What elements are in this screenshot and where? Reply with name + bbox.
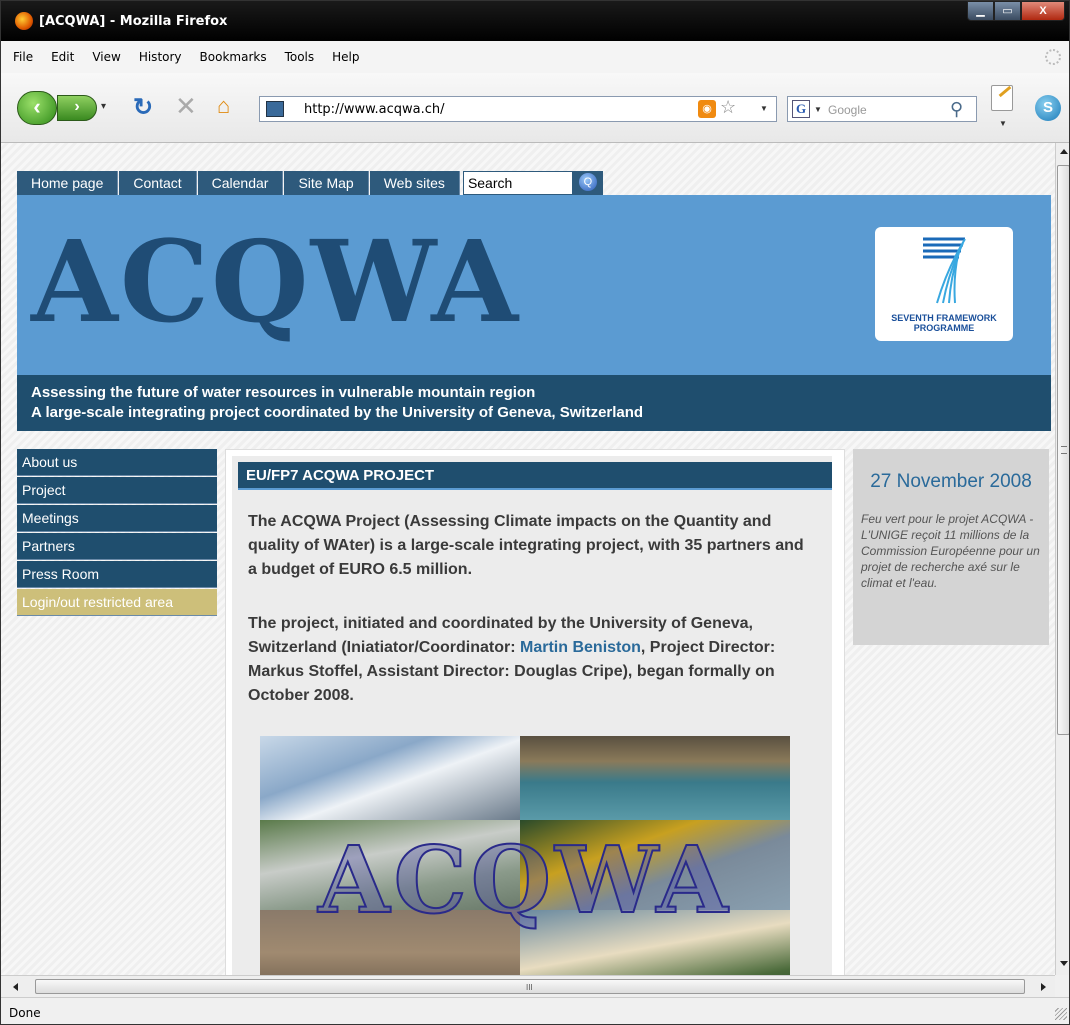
bookmark-star-icon[interactable]: ☆ — [720, 97, 736, 118]
news-box: 27 November 2008 Feu vert pour le projet… — [853, 449, 1049, 645]
scroll-down-icon[interactable] — [1060, 961, 1068, 966]
close-button[interactable]: X — [1021, 1, 1065, 21]
activity-throbber-icon — [1045, 49, 1061, 65]
magnifier-icon[interactable]: ⚲ — [950, 99, 963, 120]
scroll-up-icon[interactable] — [1060, 149, 1068, 154]
skype-icon[interactable]: S — [1035, 95, 1061, 121]
main-content: EU/FP7 ACQWA PROJECT The ACQWA Project (… — [225, 449, 845, 975]
hscroll-grip-icon: III — [526, 983, 533, 992]
forward-button[interactable]: › — [57, 95, 97, 121]
nav-home-page[interactable]: Home page — [17, 171, 119, 195]
nav-calendar[interactable]: Calendar — [197, 171, 284, 195]
search-engine-dropdown-icon[interactable]: ▼ — [814, 105, 822, 114]
project-paragraph: The project, initiated and coordinated b… — [248, 615, 776, 704]
horizontal-scrollbar[interactable]: III — [1, 975, 1055, 997]
search-input[interactable]: Google — [828, 103, 867, 117]
back-button[interactable]: ‹ — [17, 91, 57, 125]
nav-web-sites[interactable]: Web sites — [369, 171, 460, 195]
news-date[interactable]: 27 November 2008 — [853, 471, 1049, 493]
project-photo-collage: ACQWA — [260, 736, 790, 975]
fp7-logo[interactable]: SEVENTH FRAMEWORK PROGRAMME — [875, 227, 1013, 341]
search-go-icon: Q — [578, 173, 597, 191]
menu-bar: File Edit View History Bookmarks Tools H… — [1, 41, 1069, 73]
fp7-seven-icon — [923, 237, 966, 304]
home-icon[interactable]: ⌂ — [217, 93, 230, 119]
horizontal-scroll-thumb[interactable]: III — [35, 979, 1025, 994]
title-bar: [ACQWA] - Mozilla Firefox ▁ ▭ X — [1, 1, 1069, 41]
scroll-grip-icon — [1061, 446, 1067, 454]
sidebar-item-about-us[interactable]: About us — [17, 449, 217, 476]
nav-site-map[interactable]: Site Map — [284, 171, 369, 195]
menu-view[interactable]: View — [92, 50, 120, 64]
site-tagline: Assessing the future of water resources … — [17, 375, 1051, 431]
page-viewport: Home page Contact Calendar Site Map Web … — [1, 143, 1055, 975]
tagline-line-2: A large-scale integrating project coordi… — [31, 404, 644, 421]
window-title: [ACQWA] - Mozilla Firefox — [39, 14, 228, 29]
search-bar[interactable]: G ▼ Google ⚲ — [787, 96, 977, 122]
vertical-scroll-thumb[interactable] — [1057, 165, 1069, 735]
url-text[interactable]: http://www.acqwa.ch/ — [304, 102, 445, 117]
coordinator-link[interactable]: Martin Beniston — [520, 639, 641, 656]
side-navigation: About us Project Meetings Partners Press… — [17, 449, 217, 617]
url-bar[interactable]: http://www.acqwa.ch/ ◉ ☆ ▼ — [259, 96, 777, 122]
scroll-left-icon[interactable] — [13, 983, 18, 991]
sidebar-item-partners[interactable]: Partners — [17, 533, 217, 560]
photo-dam — [520, 736, 790, 820]
sidebar-item-press-room[interactable]: Press Room — [17, 561, 217, 588]
url-dropdown-icon[interactable]: ▼ — [760, 104, 768, 113]
news-text[interactable]: Feu vert pour le projet ACQWA - L'UNIGE … — [861, 511, 1045, 591]
window-controls: ▁ ▭ X — [967, 1, 1065, 23]
history-dropdown-icon[interactable]: ▾ — [101, 101, 106, 112]
fp7-caption: SEVENTH FRAMEWORK PROGRAMME — [891, 313, 997, 333]
rss-feed-icon[interactable]: ◉ — [698, 100, 716, 118]
photo-acqwa-overlay: ACQWA — [317, 826, 732, 934]
menu-edit[interactable]: Edit — [51, 50, 74, 64]
reload-icon[interactable]: ↻ — [133, 93, 153, 122]
maximize-button[interactable]: ▭ — [994, 1, 1021, 21]
browser-window: [ACQWA] - Mozilla Firefox ▁ ▭ X File Edi… — [0, 0, 1070, 1025]
site-banner: ACQWA SEVENTH FRAMEWORK PROGRAMME — [17, 195, 1051, 375]
status-bar: Done — [1, 997, 1069, 1024]
sidebar-item-meetings[interactable]: Meetings — [17, 505, 217, 532]
acqwa-logo: ACQWA — [31, 217, 521, 348]
navigation-toolbar: ‹ › ▾ ↻ ✕ ⌂ http://www.acqwa.ch/ ◉ ☆ ▼ G… — [1, 73, 1069, 143]
firefox-logo-icon — [15, 12, 33, 30]
intro-paragraph: The ACQWA Project (Assessing Climate imp… — [248, 513, 804, 578]
menu-bookmarks[interactable]: Bookmarks — [200, 50, 267, 64]
site-top-nav: Home page Contact Calendar Site Map Web … — [17, 171, 603, 195]
menu-help[interactable]: Help — [332, 50, 359, 64]
vertical-scrollbar[interactable] — [1055, 143, 1069, 975]
tagline-line-1: Assessing the future of water resources … — [31, 384, 536, 401]
google-engine-icon[interactable]: G — [792, 100, 810, 118]
nav-contact[interactable]: Contact — [119, 171, 197, 195]
notepad-dropdown-icon[interactable]: ▼ — [999, 119, 1007, 128]
menu-file[interactable]: File — [13, 50, 33, 64]
status-text: Done — [9, 1006, 41, 1020]
site-search-input[interactable]: Search — [462, 171, 573, 195]
site-favicon-icon — [266, 101, 284, 117]
sidebar-item-login[interactable]: Login/out restricted area — [17, 589, 217, 616]
stop-icon[interactable]: ✕ — [175, 91, 197, 122]
sidebar-item-project[interactable]: Project — [17, 477, 217, 504]
menu-history[interactable]: History — [139, 50, 182, 64]
minimize-button[interactable]: ▁ — [967, 1, 994, 21]
site-search-button[interactable]: Q — [572, 171, 603, 195]
resize-grip-icon[interactable] — [1055, 1008, 1067, 1020]
menu-tools[interactable]: Tools — [285, 50, 315, 64]
photo-glacier — [260, 736, 520, 820]
main-heading: EU/FP7 ACQWA PROJECT — [238, 462, 832, 490]
scroll-right-icon[interactable] — [1041, 983, 1046, 991]
notepad-icon[interactable] — [991, 85, 1013, 111]
main-panel: EU/FP7 ACQWA PROJECT The ACQWA Project (… — [232, 456, 832, 975]
